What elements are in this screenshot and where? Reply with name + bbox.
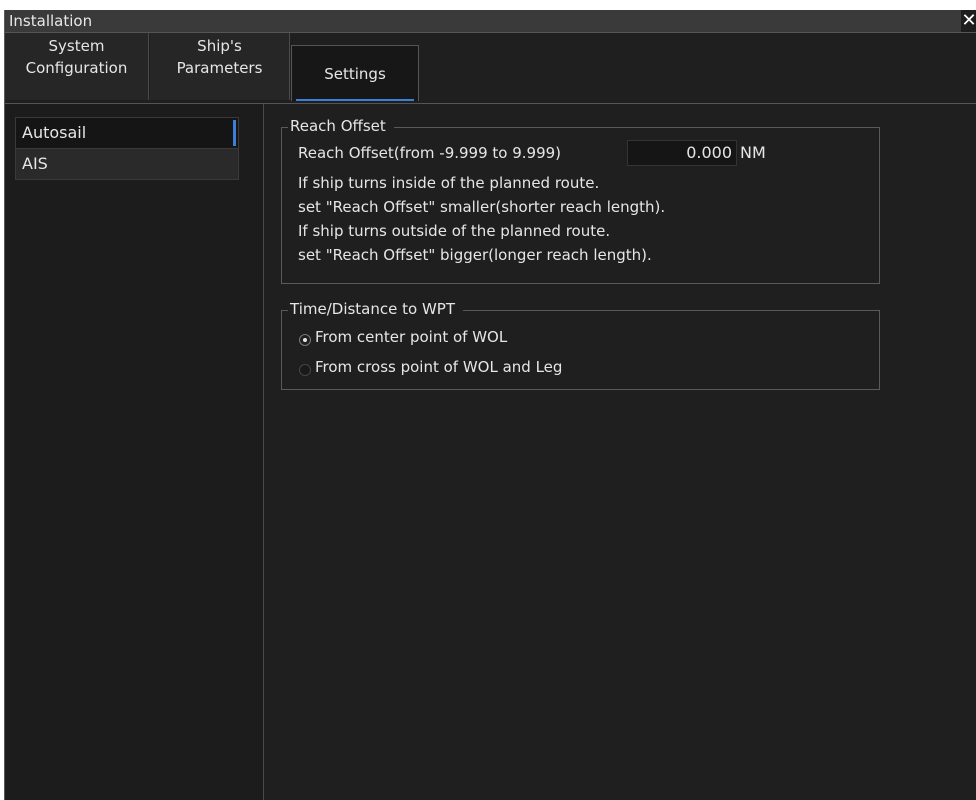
- tab-system-configuration[interactable]: System Configuration: [5, 33, 149, 100]
- help-text: set "Reach Offset" bigger(longer reach l…: [298, 246, 652, 264]
- radio-selected-icon[interactable]: [299, 334, 311, 346]
- selection-indicator: [233, 120, 236, 146]
- unit-label: NM: [740, 143, 766, 162]
- help-text: If ship turns inside of the planned rout…: [298, 174, 600, 192]
- help-text: set "Reach Offset" smaller(shorter reach…: [298, 198, 666, 216]
- tab-label-line2: Configuration: [25, 59, 128, 77]
- group-title: Reach Offset: [288, 117, 394, 135]
- radio-unselected-icon[interactable]: [299, 364, 311, 376]
- reach-offset-group: Reach Offset Reach Offset(from -9.999 to…: [281, 117, 880, 284]
- installation-window: Installation ✕ System Configuration Ship…: [4, 10, 976, 800]
- radio-label: From cross point of WOL and Leg: [315, 358, 563, 376]
- sidebar-item-label: AIS: [22, 154, 48, 173]
- sidebar-item-autosail[interactable]: Autosail: [15, 117, 239, 149]
- tab-settings[interactable]: Settings: [291, 45, 419, 101]
- reach-offset-input[interactable]: 0.000: [627, 140, 737, 166]
- tab-label-line2: Parameters: [176, 59, 263, 77]
- help-text: If ship turns outside of the planned rou…: [298, 222, 611, 240]
- radio-label: From center point of WOL: [315, 328, 508, 346]
- active-tab-indicator: [296, 99, 414, 101]
- sidebar-item-ais[interactable]: AIS: [15, 148, 239, 180]
- tab-label: Settings: [324, 65, 386, 83]
- tab-bar: System Configuration Ship's Parameters S…: [5, 33, 976, 104]
- group-title: Time/Distance to WPT: [288, 300, 463, 318]
- close-icon[interactable]: ✕: [961, 10, 976, 32]
- time-distance-group: Time/Distance to WPT From center point o…: [281, 300, 880, 390]
- tab-label-line1: System: [48, 37, 105, 55]
- sidebar: Autosail AIS: [5, 104, 264, 800]
- title-bar: Installation ✕: [5, 10, 976, 33]
- tab-ships-parameters[interactable]: Ship's Parameters: [150, 33, 290, 100]
- sidebar-item-label: Autosail: [22, 123, 87, 142]
- window-title: Installation: [9, 12, 93, 30]
- reach-offset-label: Reach Offset(from -9.999 to 9.999): [298, 144, 562, 162]
- tab-label-line1: Ship's: [197, 37, 242, 55]
